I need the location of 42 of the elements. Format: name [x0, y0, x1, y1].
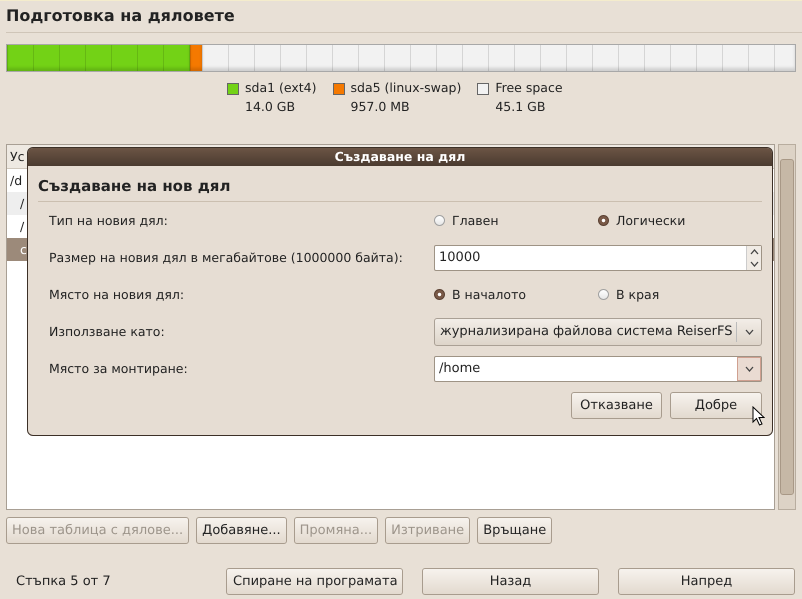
field-label: Използване като: — [49, 324, 166, 339]
radio-option[interactable]: Логически — [598, 213, 762, 228]
radio-label: Логически — [616, 213, 686, 228]
radio-label: В началото — [452, 287, 526, 302]
partition-size: 45.1 GB — [495, 99, 546, 116]
action-button[interactable]: Добавяне... — [196, 517, 287, 544]
quit-button[interactable]: Спиране на програмата — [226, 568, 403, 594]
field-label: Място на новия дял: — [49, 287, 186, 302]
dialog-heading: Създаване на нов дял — [38, 177, 762, 202]
radio-label: В края — [616, 287, 660, 302]
radio-option[interactable]: Главен — [434, 213, 598, 228]
back-button[interactable]: Назад — [422, 568, 599, 594]
dropdown-button[interactable] — [737, 356, 761, 380]
radio-icon[interactable] — [434, 289, 445, 300]
partition-name: sda5 (linux-swap) — [350, 80, 462, 97]
radio-option[interactable]: В края — [598, 287, 762, 302]
cursor-icon — [752, 406, 765, 426]
dialog-title: Създаване на дял — [28, 148, 772, 166]
mount-point-input[interactable]: /home — [435, 356, 737, 380]
ok-button[interactable]: Добре — [670, 392, 762, 419]
cancel-button[interactable]: Отказване — [571, 392, 662, 419]
scrollbar[interactable] — [778, 144, 796, 510]
radio-icon[interactable] — [598, 289, 609, 300]
radio-icon[interactable] — [598, 215, 609, 226]
mount-point-combobox[interactable]: /home — [434, 356, 762, 382]
partition-size: 14.0 GB — [245, 99, 296, 116]
radio-icon[interactable] — [434, 215, 445, 226]
partition-name: Free space — [495, 80, 563, 97]
step-label: Стъпка 5 от 7 — [15, 574, 112, 588]
field-label: Място за монтиране: — [49, 361, 189, 376]
filesystem-dropdown[interactable]: журнализирана файлова система ReiserFS — [434, 318, 762, 346]
partition-name: sda1 (ext4) — [245, 80, 317, 97]
chevron-down-icon — [744, 366, 754, 372]
action-button[interactable]: Връщане — [477, 517, 552, 544]
partition-size: 957.0 MB — [350, 99, 411, 116]
page-title: Подготовка на дяловете — [6, 1, 802, 33]
field-label: Размер на новия дял в мегабайтове (1000000 байта): — [49, 250, 404, 265]
chevron-down-icon — [744, 328, 754, 334]
field-label: Тип на новия дял: — [49, 213, 169, 228]
radio-option[interactable]: В началото — [434, 287, 598, 302]
next-button[interactable]: Напред — [618, 568, 795, 594]
radio-label: Главен — [452, 213, 499, 228]
